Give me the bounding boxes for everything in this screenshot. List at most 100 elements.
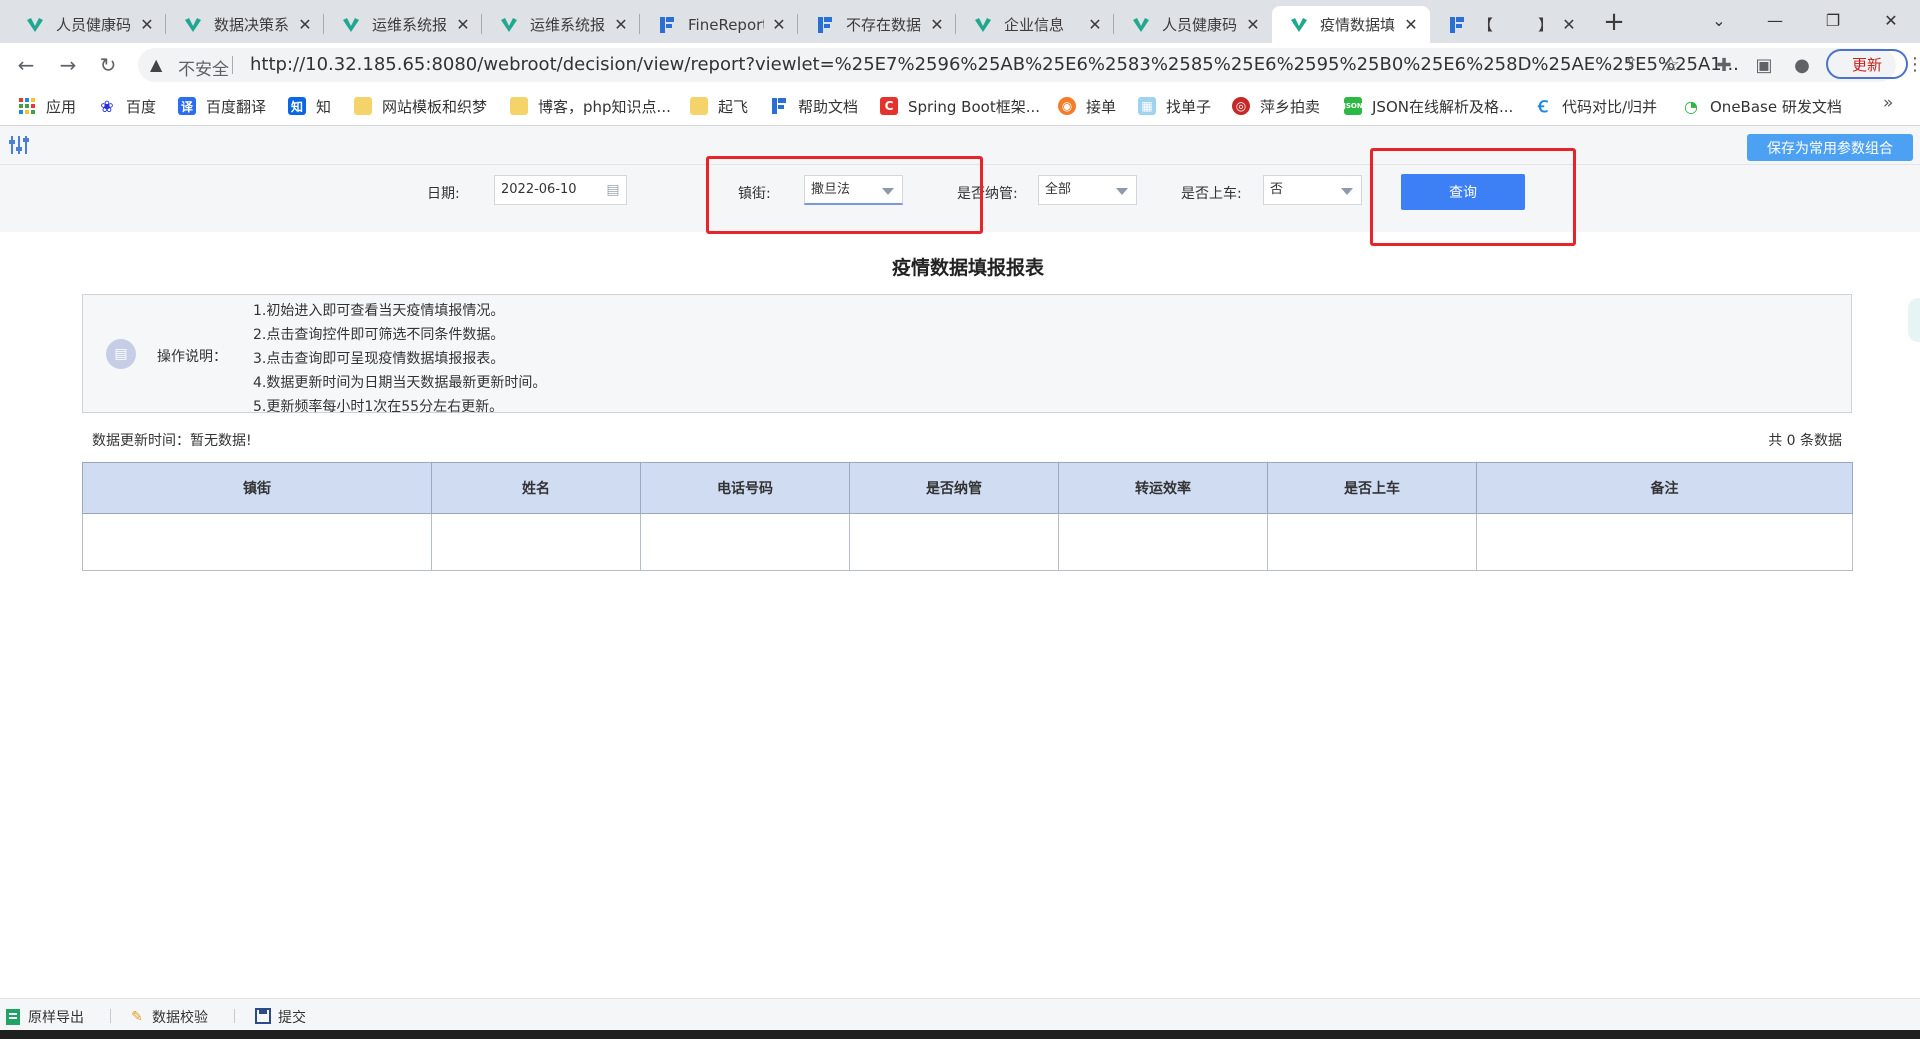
- finereport-icon: [1448, 16, 1466, 34]
- table-header-row: 镇街 姓名 电话号码 是否纳管 转运效率 是否上车 备注: [82, 462, 1853, 514]
- browser-tab-active[interactable]: 疫情数据填 ✕: [1272, 6, 1430, 43]
- managed-select[interactable]: 全部: [1038, 175, 1137, 205]
- minimize-icon[interactable]: —: [1752, 6, 1798, 36]
- side-float-tab[interactable]: [1908, 298, 1920, 342]
- save-param-combo-button[interactable]: 保存为常用参数组合: [1747, 134, 1913, 161]
- fan-logo-icon: [974, 16, 992, 34]
- reload-icon[interactable]: ↻: [94, 51, 122, 79]
- browser-tab[interactable]: 不存在数据 ✕: [798, 6, 956, 43]
- bookmark-item[interactable]: C Spring Boot框架...: [880, 96, 1040, 116]
- url-text[interactable]: http://10.32.185.65:8080/webroot/decisio…: [250, 54, 1740, 75]
- close-icon[interactable]: ✕: [770, 15, 788, 34]
- forward-icon[interactable]: →: [54, 51, 82, 79]
- date-field[interactable]: 2022-06-10 ▤: [494, 175, 627, 205]
- bookmark-item[interactable]: JSON JSON在线解析及格...: [1343, 96, 1514, 116]
- update-button[interactable]: 更新: [1826, 49, 1908, 79]
- bookmark-item[interactable]: 网站模板和织梦: [354, 96, 487, 116]
- parameter-toggle-icon[interactable]: [8, 134, 30, 156]
- browser-toolbar: ← → ↻ ▲ 不安全 http://10.32.185.65:8080/web…: [0, 43, 1920, 87]
- compare-icon: Ꞓ: [1538, 97, 1548, 116]
- tab-title: 疫情数据填: [1320, 16, 1396, 34]
- table-cell: [1058, 513, 1268, 571]
- submit-button[interactable]: 提交: [254, 1007, 306, 1027]
- column-header-street: 镇街: [82, 462, 432, 514]
- column-header-name: 姓名: [431, 462, 641, 514]
- menu-icon[interactable]: ⋮: [1906, 54, 1920, 75]
- browser-tab[interactable]: 运维系统报 ✕: [482, 6, 640, 43]
- close-icon[interactable]: ✕: [612, 15, 630, 34]
- browser-tab[interactable]: 企业信息 ✕: [956, 6, 1114, 43]
- tab-title: 运维系统报: [530, 16, 606, 34]
- close-window-icon[interactable]: ✕: [1868, 6, 1914, 36]
- update-time-text: 数据更新时间：暂无数据!: [92, 433, 252, 449]
- pencil-check-icon: ✎: [131, 1009, 143, 1025]
- bookmark-item[interactable]: ❀ 百度: [98, 96, 156, 116]
- bookmark-item[interactable]: 博客，php知识点...: [510, 96, 671, 116]
- browser-tab[interactable]: 【 】 ✕: [1430, 6, 1588, 43]
- tab-search-icon[interactable]: ⌄: [1696, 6, 1742, 36]
- bookmark-item[interactable]: 应用: [18, 96, 76, 116]
- csdn-icon: C: [880, 97, 898, 115]
- calendar-icon[interactable]: ▤: [604, 181, 622, 199]
- table-cell: [1476, 513, 1853, 571]
- profile-icon[interactable]: ●: [1790, 54, 1814, 78]
- warning-icon: ▲: [150, 55, 163, 74]
- bookmark-item[interactable]: ◉ 接单: [1058, 96, 1116, 116]
- close-icon[interactable]: ✕: [1560, 15, 1578, 34]
- bookmark-star-icon[interactable]: ☆: [1662, 52, 1680, 76]
- close-icon[interactable]: ✕: [138, 15, 156, 34]
- instruction-line: 5.更新频率每小时1次在55分左右更新。: [253, 399, 504, 415]
- highlight-box-street: [706, 156, 983, 234]
- bookmark-item[interactable]: 帮助文档: [770, 96, 858, 116]
- close-icon[interactable]: ✕: [1402, 15, 1420, 34]
- close-icon[interactable]: ✕: [296, 15, 314, 34]
- validate-button[interactable]: ✎ 数据校验: [128, 1007, 208, 1027]
- bookmark-item[interactable]: 知 知: [288, 96, 331, 116]
- fan-logo-icon: [1132, 16, 1150, 34]
- column-header-remarks: 备注: [1476, 462, 1853, 514]
- bookmark-item[interactable]: 起飞: [690, 96, 748, 116]
- bookmark-item[interactable]: ◎ 萍乡拍卖: [1232, 96, 1320, 116]
- bookmark-label: 网站模板和织梦: [382, 97, 488, 116]
- browser-tab[interactable]: 数据决策系 ✕: [166, 6, 324, 43]
- bookmarks-bar: 应用 ❀ 百度 译 百度翻译 知 知 网站模板和织梦 博客，php知识点... …: [0, 87, 1920, 126]
- bookmark-item[interactable]: 译 百度翻译: [178, 96, 266, 116]
- onboard-select[interactable]: 否: [1263, 175, 1362, 205]
- instruction-line: 3.点击查询即可呈现疫情数据填报报表。: [253, 351, 505, 367]
- bookmark-item[interactable]: ◔ OneBase 研发文档: [1682, 96, 1842, 116]
- onboard-value: 否: [1270, 182, 1284, 197]
- more-bookmarks-icon[interactable]: »: [1883, 93, 1893, 113]
- instruction-line: 4.数据更新时间为日期当天数据最新更新时间。: [253, 375, 547, 391]
- bookmark-label: 代码对比/归并: [1562, 97, 1658, 116]
- export-button[interactable]: 原样导出: [4, 1007, 84, 1027]
- zhihu-icon: 知: [288, 97, 306, 115]
- record-count: 共 0 条数据: [1768, 433, 1842, 449]
- chevron-down-icon: [1116, 188, 1128, 195]
- tab-title: 人员健康码: [56, 16, 132, 34]
- new-tab-button[interactable]: +: [1600, 8, 1628, 36]
- browser-tab[interactable]: 运维系统报 ✕: [324, 6, 482, 43]
- fan-logo-icon: [26, 16, 44, 34]
- address-bar[interactable]: ▲ 不安全 http://10.32.185.65:8080/webroot/d…: [138, 48, 1896, 82]
- column-header-transfer-efficiency: 转运效率: [1058, 462, 1268, 514]
- restore-icon[interactable]: ❐: [1810, 6, 1856, 36]
- browser-tab[interactable]: 人员健康码 ✕: [1114, 6, 1272, 43]
- extensions-icon[interactable]: ✚: [1712, 54, 1736, 78]
- side-panel-icon[interactable]: ▣: [1752, 54, 1776, 78]
- close-icon[interactable]: ✕: [928, 15, 946, 34]
- browser-tab[interactable]: FineReport ✕: [640, 6, 798, 43]
- share-icon[interactable]: ⇪: [1624, 54, 1638, 74]
- close-icon[interactable]: ✕: [1244, 15, 1262, 34]
- bookmark-item[interactable]: ▦ 找单子: [1138, 96, 1211, 116]
- tab-title: 不存在数据: [846, 16, 922, 34]
- close-icon[interactable]: ✕: [1086, 15, 1104, 34]
- bookmark-item[interactable]: Ꞓ 代码对比/归并: [1534, 96, 1657, 116]
- table-cell: [1267, 513, 1477, 571]
- back-icon[interactable]: ←: [12, 51, 40, 79]
- browser-tab[interactable]: 人员健康码 ✕: [8, 6, 166, 43]
- grid-app-icon: ▦: [1138, 97, 1156, 115]
- bookmark-label: JSON在线解析及格...: [1372, 97, 1514, 116]
- close-icon[interactable]: ✕: [454, 15, 472, 34]
- highlight-box-query: [1370, 148, 1576, 246]
- translate-icon: 译: [178, 97, 196, 115]
